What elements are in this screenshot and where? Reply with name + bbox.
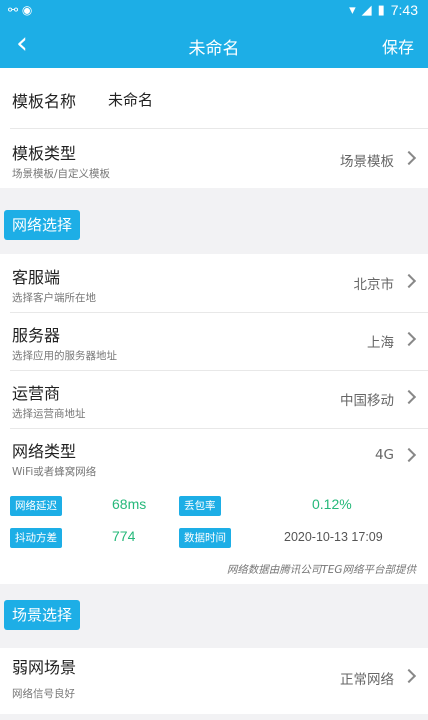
chevron-right-icon bbox=[401, 447, 417, 463]
weak-network-sub: 网络信号良好 bbox=[12, 688, 75, 700]
network-section: 网络选择 bbox=[0, 188, 428, 254]
signal-icon: ◢ bbox=[361, 2, 372, 18]
weak-network-label: 弱网场景 bbox=[12, 658, 77, 677]
scene-section: 场景选择 bbox=[0, 584, 428, 648]
server-row[interactable]: 服务器 选择应用的服务器地址 上海 bbox=[0, 312, 428, 370]
latency-badge: 网络延迟 bbox=[10, 496, 62, 516]
wifi-icon: ▾ bbox=[349, 2, 356, 18]
chevron-right-icon bbox=[401, 150, 417, 166]
data-time-value: 2020-10-13 17:09 bbox=[284, 530, 383, 544]
template-type-label: 模板类型 bbox=[12, 144, 77, 163]
server-label: 服务器 bbox=[12, 326, 61, 345]
share-icon: ⚯ bbox=[8, 3, 19, 17]
network-type-value: 4G bbox=[374, 447, 394, 463]
status-bar: ⚯ ◉ ▾ ◢ ▮ 7:43 bbox=[0, 0, 428, 22]
status-right: ▾ ◢ ▮ 7:43 bbox=[349, 2, 418, 18]
template-name-row[interactable]: 模板名称 未命名 bbox=[0, 68, 428, 128]
data-time-badge: 数据时间 bbox=[179, 528, 231, 548]
chevron-right-icon bbox=[401, 668, 417, 684]
circle-icon: ◉ bbox=[21, 3, 33, 17]
network-type-row: 网络类型 WiFi或者蜂窝网络 4G 网络延迟 68ms 丢包率 0.12% 抖… bbox=[0, 428, 428, 584]
template-type-row[interactable]: 模板类型 场景模板/自定义模板 场景模板 bbox=[0, 128, 428, 188]
server-value: 上海 bbox=[367, 335, 394, 351]
chevron-right-icon bbox=[401, 273, 417, 289]
client-label: 客服端 bbox=[12, 268, 61, 287]
carrier-value: 中国移动 bbox=[340, 393, 394, 409]
app-bar: ‹ 未命名 保存 bbox=[0, 22, 428, 68]
jitter-value: 774 bbox=[112, 528, 136, 544]
client-sub: 选择客户端所在地 bbox=[12, 292, 96, 304]
battery-icon: ▮ bbox=[377, 2, 385, 18]
save-button[interactable]: 保存 bbox=[382, 34, 414, 58]
carrier-sub: 选择运营商地址 bbox=[12, 408, 86, 420]
template-type-sub: 场景模板/自定义模板 bbox=[12, 168, 111, 180]
client-row[interactable]: 客服端 选择客户端所在地 北京市 bbox=[0, 254, 428, 312]
divider bbox=[10, 370, 428, 371]
template-name-value[interactable]: 未命名 bbox=[108, 89, 153, 110]
network-type-select[interactable]: 网络类型 WiFi或者蜂窝网络 4G bbox=[0, 428, 428, 486]
chevron-right-icon bbox=[401, 389, 417, 405]
server-sub: 选择应用的服务器地址 bbox=[12, 350, 117, 362]
weak-network-row[interactable]: 弱网场景 网络信号良好 正常网络 bbox=[0, 648, 428, 714]
status-time: 7:43 bbox=[390, 2, 418, 18]
divider bbox=[10, 128, 428, 129]
client-value: 北京市 bbox=[353, 277, 395, 293]
latency-value: 68ms bbox=[112, 496, 147, 512]
scene-section-tag: 场景选择 bbox=[4, 600, 81, 630]
template-type-value: 场景模板 bbox=[340, 154, 394, 170]
template-name-label: 模板名称 bbox=[12, 92, 77, 111]
carrier-row[interactable]: 运营商 选择运营商地址 中国移动 bbox=[0, 370, 428, 428]
network-section-tag: 网络选择 bbox=[4, 210, 81, 240]
notification-icons: ⚯ ◉ bbox=[8, 3, 32, 17]
chevron-right-icon bbox=[401, 331, 417, 347]
page-title: 未命名 bbox=[188, 39, 240, 59]
divider bbox=[10, 312, 428, 313]
loss-badge: 丢包率 bbox=[179, 496, 221, 516]
weak-network-value: 正常网络 bbox=[340, 672, 394, 688]
jitter-badge: 抖动方差 bbox=[10, 528, 62, 548]
carrier-label: 运营商 bbox=[12, 384, 61, 403]
network-type-label: 网络类型 bbox=[12, 442, 77, 461]
network-type-sub: WiFi或者蜂窝网络 bbox=[12, 466, 97, 478]
footnote: 网络数据由腾讯公司TEG网络平台部提供 bbox=[226, 564, 416, 576]
loss-value: 0.12% bbox=[312, 496, 352, 512]
